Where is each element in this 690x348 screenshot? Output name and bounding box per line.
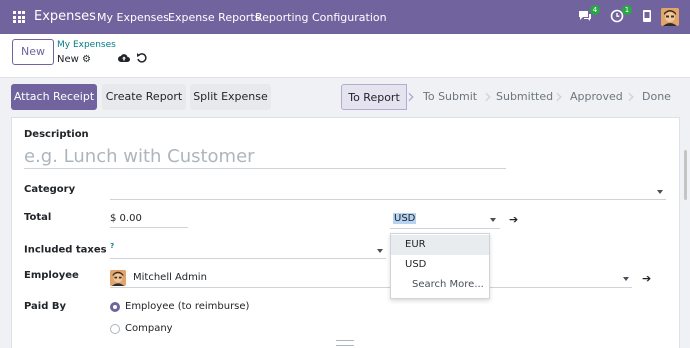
chevron-right-icon: › xyxy=(627,84,635,108)
included-taxes-field[interactable] xyxy=(110,258,386,259)
cloud-upload-icon[interactable] xyxy=(118,53,130,66)
apps-grid-icon[interactable] xyxy=(13,11,25,23)
stage-submitted[interactable]: Submitted xyxy=(496,84,553,110)
chat-icon[interactable]: 4 xyxy=(578,5,600,25)
currency-underline xyxy=(390,228,500,229)
employee-label: Employee xyxy=(24,270,79,281)
menu-reporting[interactable]: Reporting xyxy=(255,11,308,24)
create-report-button[interactable]: Create Report xyxy=(102,84,186,110)
top-navbar: Expenses My Expenses Expense Reports Rep… xyxy=(0,0,690,34)
chevron-right-icon: › xyxy=(484,84,492,108)
paid-by-label: Paid By xyxy=(24,301,67,312)
user-avatar[interactable] xyxy=(661,8,679,26)
category-label: Category xyxy=(24,184,76,195)
clock-icon[interactable]: 1 xyxy=(610,5,632,25)
breadcrumb[interactable]: My Expenses xyxy=(57,40,116,50)
vertical-scrollbar[interactable] xyxy=(684,150,687,200)
dropdown-option-eur[interactable]: EUR xyxy=(391,235,489,255)
gear-icon[interactable]: ⚙ xyxy=(82,54,91,65)
chevron-right-icon: › xyxy=(555,84,563,108)
new-button[interactable]: New xyxy=(12,39,54,65)
menu-configuration[interactable]: Configuration xyxy=(312,11,387,24)
paid-by-company-label[interactable]: Company xyxy=(125,323,173,334)
employee-avatar xyxy=(110,270,126,286)
resize-handle-icon[interactable] xyxy=(336,340,354,346)
currency-selected-text: USD xyxy=(393,213,417,224)
category-dropdown-caret-icon[interactable] xyxy=(657,190,663,194)
phone-icon[interactable] xyxy=(640,9,656,25)
attach-receipt-button[interactable]: Attach Receipt xyxy=(11,84,97,110)
app-name[interactable]: Expenses xyxy=(34,9,96,24)
paid-by-employee-label[interactable]: Employee (to reimburse) xyxy=(125,301,249,312)
currency-internal-link-arrow-icon[interactable]: ➔ xyxy=(509,213,518,226)
description-label: Description xyxy=(24,129,89,140)
messages-badge: 4 xyxy=(590,5,600,15)
stage-done[interactable]: Done xyxy=(642,84,671,110)
dropdown-option-usd[interactable]: USD xyxy=(391,255,489,275)
activities-badge: 1 xyxy=(622,5,632,15)
description-input[interactable]: e.g. Lunch with Customer xyxy=(24,146,255,167)
menu-expense-reports[interactable]: Expense Reports xyxy=(168,11,260,24)
split-expense-button[interactable]: Split Expense xyxy=(190,84,271,110)
employee-dropdown-caret-icon[interactable] xyxy=(623,277,629,281)
paid-by-company-radio[interactable] xyxy=(110,324,120,334)
included-taxes-label: Included taxes ? xyxy=(24,242,115,256)
employee-underline xyxy=(110,287,632,288)
total-amount-input[interactable]: $ 0.00 xyxy=(110,213,142,224)
taxes-dropdown-caret-icon[interactable] xyxy=(377,249,383,253)
description-underline xyxy=(24,168,506,169)
stage-to-report[interactable]: To Report xyxy=(341,84,407,110)
status-bar: To Report › To Submit › Submitted › Appr… xyxy=(341,84,679,110)
control-panel: New My Expenses New ⚙ xyxy=(0,34,690,78)
menu-my-expenses[interactable]: My Expenses xyxy=(97,11,169,24)
chevron-right-icon: › xyxy=(407,84,415,108)
record-name: New xyxy=(57,54,79,65)
employee-internal-link-arrow-icon[interactable]: ➔ xyxy=(642,272,651,285)
total-underline xyxy=(110,227,188,228)
discard-icon[interactable] xyxy=(136,52,147,66)
dropdown-search-more[interactable]: Search More... xyxy=(391,275,489,295)
currency-dropdown-caret-icon[interactable] xyxy=(490,218,496,222)
category-field[interactable] xyxy=(110,199,666,200)
stage-approved[interactable]: Approved xyxy=(570,84,623,110)
stage-to-submit[interactable]: To Submit xyxy=(423,84,477,110)
paid-by-employee-radio[interactable] xyxy=(110,302,120,312)
currency-dropdown-menu: EUR USD Search More... xyxy=(390,233,490,299)
employee-input[interactable]: Mitchell Admin xyxy=(133,272,207,283)
currency-input[interactable]: USD xyxy=(391,212,499,228)
total-label: Total xyxy=(24,212,52,223)
help-tooltip-icon[interactable]: ? xyxy=(110,242,114,250)
